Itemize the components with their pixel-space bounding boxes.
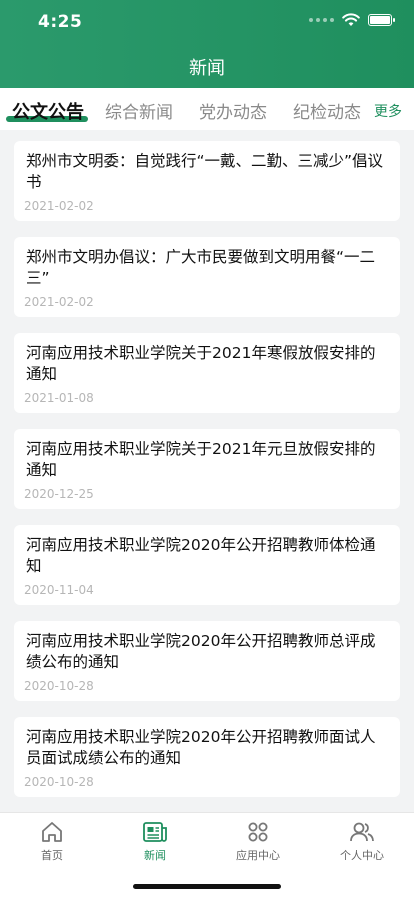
list-item[interactable]: 河南应用技术职业学院2020年公开招聘教师面试人员面试成绩公布的通知 2020-… <box>14 717 400 797</box>
category-tabs: 公文公告 综合新闻 党办动态 纪检动态 更多 <box>0 88 414 130</box>
status-indicators <box>309 13 395 27</box>
list-item[interactable]: 河南应用技术职业学院2020年公开招聘教师体检通知 2020-11-04 <box>14 525 400 605</box>
tab-announcements[interactable]: 公文公告 <box>12 98 84 124</box>
tabbar-home[interactable]: 首页 <box>2 819 102 863</box>
app-header: 4:25 新闻 <box>0 0 414 88</box>
news-title: 郑州市文明委：自觉践行“一戴、二勤、三减少”倡议书 <box>26 152 384 191</box>
news-title: 郑州市文明办倡议：广大市民要做到文明用餐“一二三” <box>26 248 376 287</box>
news-title: 河南应用技术职业学院2020年公开招聘教师总评成绩公布的通知 <box>26 632 376 671</box>
tabbar-label: 个人中心 <box>340 849 384 862</box>
apps-icon <box>248 822 268 842</box>
tab-discipline[interactable]: 纪检动态 <box>293 98 361 123</box>
news-icon <box>143 822 167 842</box>
news-title: 河南应用技术职业学院关于2021年寒假放假安排的通知 <box>26 344 376 383</box>
profile-icon <box>350 822 374 842</box>
tabbar-apps[interactable]: 应用中心 <box>208 819 308 863</box>
news-date: 2020-10-28 <box>24 775 94 789</box>
tabbar-profile[interactable]: 个人中心 <box>312 819 412 863</box>
news-list: 郑州市文明委：自觉践行“一戴、二勤、三减少”倡议书 2021-02-02 郑州市… <box>14 141 400 813</box>
news-date: 2020-10-28 <box>24 679 94 693</box>
bottom-tab-bar: 首页 新闻 应用中心 个人中心 <box>0 812 414 897</box>
tabbar-label: 应用中心 <box>236 849 280 862</box>
page-title: 新闻 <box>189 58 225 79</box>
more-tabs-link[interactable]: 更多 <box>374 101 402 121</box>
tabbar-label: 新闻 <box>144 849 166 862</box>
tabbar-news[interactable]: 新闻 <box>105 819 205 863</box>
list-item[interactable]: 郑州市文明委：自觉践行“一戴、二勤、三减少”倡议书 2021-02-02 <box>14 141 400 221</box>
news-title: 河南应用技术职业学院关于2021年元旦放假安排的通知 <box>26 440 376 479</box>
news-title: 河南应用技术职业学院2020年公开招聘教师体检通知 <box>26 536 376 575</box>
wifi-icon <box>342 13 360 26</box>
news-date: 2021-02-02 <box>24 295 94 309</box>
tab-party-office[interactable]: 党办动态 <box>199 98 267 123</box>
news-date: 2021-01-08 <box>24 391 94 405</box>
tabbar-label: 首页 <box>41 849 63 862</box>
news-date: 2020-11-04 <box>24 583 94 597</box>
news-date: 2021-02-02 <box>24 199 94 213</box>
signal-icon <box>309 18 334 22</box>
list-item[interactable]: 河南应用技术职业学院2020年公开招聘教师总评成绩公布的通知 2020-10-2… <box>14 621 400 701</box>
list-item[interactable]: 郑州市文明办倡议：广大市民要做到文明用餐“一二三” 2021-02-02 <box>14 237 400 317</box>
news-title: 河南应用技术职业学院2020年公开招聘教师面试人员面试成绩公布的通知 <box>26 728 376 767</box>
battery-icon <box>368 14 395 26</box>
tab-general-news[interactable]: 综合新闻 <box>105 98 173 123</box>
news-date: 2020-12-25 <box>24 487 94 501</box>
list-item[interactable]: 河南应用技术职业学院关于2021年寒假放假安排的通知 2021-01-08 <box>14 333 400 413</box>
home-icon <box>42 822 62 842</box>
status-time: 4:25 <box>38 12 83 32</box>
home-indicator <box>133 884 281 889</box>
list-item[interactable]: 河南应用技术职业学院关于2021年元旦放假安排的通知 2020-12-25 <box>14 429 400 509</box>
